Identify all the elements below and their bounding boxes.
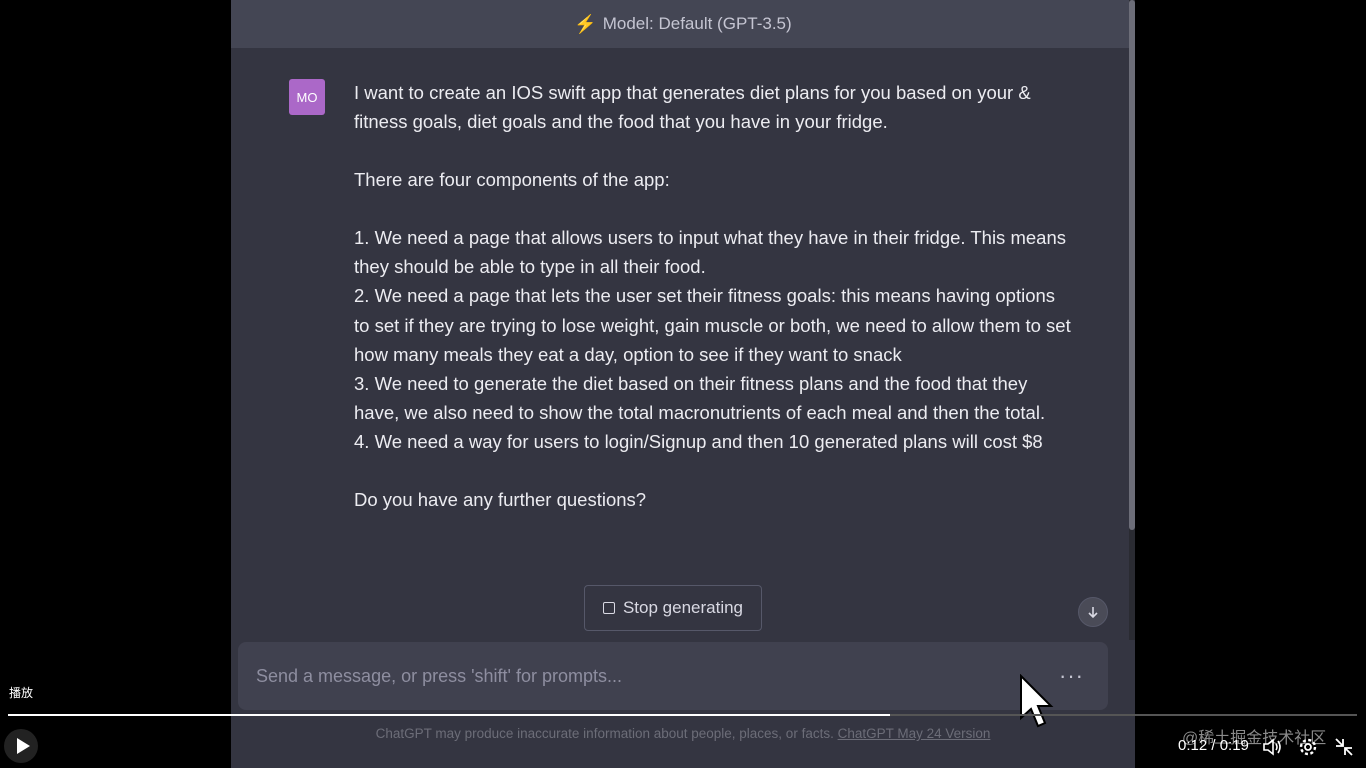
gear-icon[interactable] <box>1297 736 1319 758</box>
mouse-cursor-icon <box>1020 674 1054 728</box>
message-paragraph: 2. We need a page that lets the user set… <box>354 285 1071 365</box>
message-paragraph: There are four components of the app: <box>354 169 670 191</box>
stop-generating-button[interactable]: Stop generating <box>584 585 762 631</box>
stop-label: Stop generating <box>622 598 744 617</box>
arrow-down-icon <box>1088 607 1098 619</box>
scrollbar-thumb[interactable] <box>1129 0 1135 530</box>
video-time: 0:12 / 0:19 <box>1178 737 1249 754</box>
message-paragraph: Do you have any further questions? <box>354 489 647 511</box>
disclaimer-text: ChatGPT may produce inaccurate informati… <box>375 726 834 741</box>
model-bar: ⚡ Model: Default (GPT-3.5) <box>231 0 1135 48</box>
exit-fullscreen-icon[interactable] <box>1333 736 1355 758</box>
chat-window: ⚡ Model: Default (GPT-3.5) MO I want to … <box>231 0 1135 768</box>
message-text: I want to create an IOS swift app that g… <box>354 78 1074 514</box>
message-paragraph: 3. We need to generate the diet based on… <box>354 372 1046 423</box>
play-tooltip: 播放 <box>9 686 34 700</box>
play-button[interactable] <box>4 729 38 763</box>
video-progress-fill <box>8 714 891 716</box>
play-icon <box>16 738 30 754</box>
message-input[interactable]: Send a message, or press 'shift' for pro… <box>238 642 1108 710</box>
lightning-icon: ⚡ <box>574 13 597 34</box>
message-paragraph: I want to create an IOS swift app that g… <box>354 82 1031 133</box>
more-options-button[interactable]: ··· <box>1059 663 1084 689</box>
video-progress-bar[interactable] <box>8 714 1357 716</box>
model-label: Model: Default (GPT-3.5) <box>602 14 792 33</box>
message-paragraph: 4. We need a way for users to login/Sign… <box>354 430 1043 452</box>
scrollbar[interactable] <box>1129 0 1135 640</box>
stop-icon <box>602 602 615 614</box>
volume-icon[interactable] <box>1261 736 1283 758</box>
user-message: MO I want to create an IOS swift app tha… <box>231 48 1127 638</box>
input-placeholder: Send a message, or press 'shift' for pro… <box>256 665 623 686</box>
scroll-to-bottom-button[interactable] <box>1078 597 1108 627</box>
disclaimer: ChatGPT may produce inaccurate informati… <box>231 726 1135 741</box>
avatar: MO <box>289 79 325 115</box>
version-link[interactable]: ChatGPT May 24 Version <box>838 726 991 741</box>
message-paragraph: 1. We need a page that allows users to i… <box>354 227 1066 278</box>
